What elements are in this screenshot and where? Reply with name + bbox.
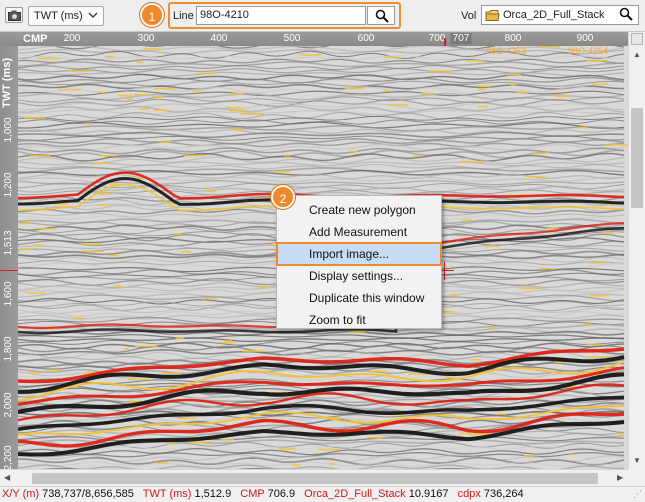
resize-grip-icon: ⋰ xyxy=(633,489,642,499)
menu-item-zoom-to-fit[interactable]: Zoom to fit xyxy=(277,309,441,331)
camera-icon xyxy=(8,10,21,21)
status-cmp-value: 706.9 xyxy=(267,488,296,500)
menu-item-duplicate-window[interactable]: Duplicate this window xyxy=(277,287,441,309)
snapshot-button[interactable] xyxy=(5,7,23,23)
horizontal-scrollbar[interactable]: ◀ ▶ xyxy=(0,469,628,486)
vertical-scroll-thumb[interactable] xyxy=(631,108,643,208)
tie-line-label: 98O-4254 xyxy=(567,46,609,56)
context-menu: Create new polygon Add Measurement Impor… xyxy=(276,195,442,329)
line-input[interactable]: 98O-4210 xyxy=(196,6,366,25)
status-twt-label: TWT (ms) xyxy=(142,488,192,500)
status-cdpx-value: 736,264 xyxy=(483,488,524,500)
x-tick-label: 800 xyxy=(504,33,522,44)
status-xy-label: X/Y (m) xyxy=(2,488,40,500)
scroll-left-icon[interactable]: ◀ xyxy=(4,473,10,482)
cmp-axis-title: CMP xyxy=(23,33,48,45)
scroll-up-icon[interactable]: ▲ xyxy=(633,50,641,59)
x-tick-label: 400 xyxy=(210,33,228,44)
status-volume-value: 10.9167 xyxy=(408,488,449,500)
menu-item-create-new-polygon[interactable]: Create new polygon xyxy=(277,199,441,221)
x-tick-label: 300 xyxy=(137,33,155,44)
vertical-scrollbar[interactable]: ▲ ▼ xyxy=(628,32,645,469)
current-cmp-marker xyxy=(444,38,446,46)
y-tick-label: 1,000 xyxy=(3,117,14,143)
current-twt-marker xyxy=(0,270,18,271)
magnifier-icon xyxy=(375,9,389,23)
x-tick-label: 200 xyxy=(63,33,81,44)
x-tick-label: 900 xyxy=(576,33,594,44)
chevron-down-icon xyxy=(88,12,98,18)
y-tick-label: 2,200 xyxy=(3,445,14,471)
cmp-axis xyxy=(0,32,628,46)
volume-search-button[interactable] xyxy=(616,6,638,24)
line-label: Line xyxy=(173,10,194,22)
volume-input[interactable]: Orca_2D_Full_Stack xyxy=(481,5,639,25)
menu-item-import-image[interactable]: Import image... xyxy=(276,242,442,266)
scroll-right-icon[interactable]: ▶ xyxy=(617,473,623,482)
y-tick-label: 2,000 xyxy=(3,392,14,418)
status-twt-value: 1,512.9 xyxy=(194,488,232,500)
status-volume-label: Orca_2D_Full_Stack xyxy=(304,488,406,500)
x-tick-label: 500 xyxy=(283,33,301,44)
toolbar: TWT (ms) Line 98O-4210 Vol Orca_2D_Full_… xyxy=(0,0,645,32)
folder-icon xyxy=(485,10,500,21)
status-xy-value: 738,737/8,656,585 xyxy=(42,488,134,500)
volume-label: Vol xyxy=(461,10,477,22)
domain-select-value: TWT (ms) xyxy=(34,10,83,22)
y-tick-label: 1,800 xyxy=(3,336,14,362)
menu-item-display-settings[interactable]: Display settings... xyxy=(277,265,441,287)
horizontal-scroll-thumb[interactable] xyxy=(32,473,598,484)
y-tick-label: 1,200 xyxy=(3,172,14,198)
step-badge-2: 2 xyxy=(271,185,295,209)
volume-value: Orca_2D_Full_Stack xyxy=(503,9,605,21)
view-options-button[interactable] xyxy=(631,33,643,45)
status-cmp-label: CMP xyxy=(240,488,265,500)
x-tick-current: 707 xyxy=(450,33,472,44)
x-tick-label: 600 xyxy=(357,33,375,44)
tie-line-label: 98O-4253 xyxy=(485,46,527,56)
scroll-down-icon[interactable]: ▼ xyxy=(633,456,641,465)
y-tick-label: 1,600 xyxy=(3,281,14,307)
status-cdpx-label: cdpx xyxy=(457,488,481,500)
x-tick-label: 700 xyxy=(428,33,446,44)
status-bar: X/Y (m) 738,737/8,656,585 TWT (ms) 1,512… xyxy=(0,486,645,502)
line-search-button[interactable] xyxy=(367,6,395,25)
magnifier-icon xyxy=(619,7,633,21)
line-selector: Line 98O-4210 xyxy=(168,2,401,29)
twt-axis-title: TWT (ms) xyxy=(1,57,13,108)
menu-item-add-measurement[interactable]: Add Measurement xyxy=(277,221,441,243)
y-tick-current: 1,513 xyxy=(3,230,14,256)
cursor-crosshair-v xyxy=(444,262,445,280)
domain-select[interactable]: TWT (ms) xyxy=(28,6,104,26)
step-badge-1: 1 xyxy=(140,3,164,27)
